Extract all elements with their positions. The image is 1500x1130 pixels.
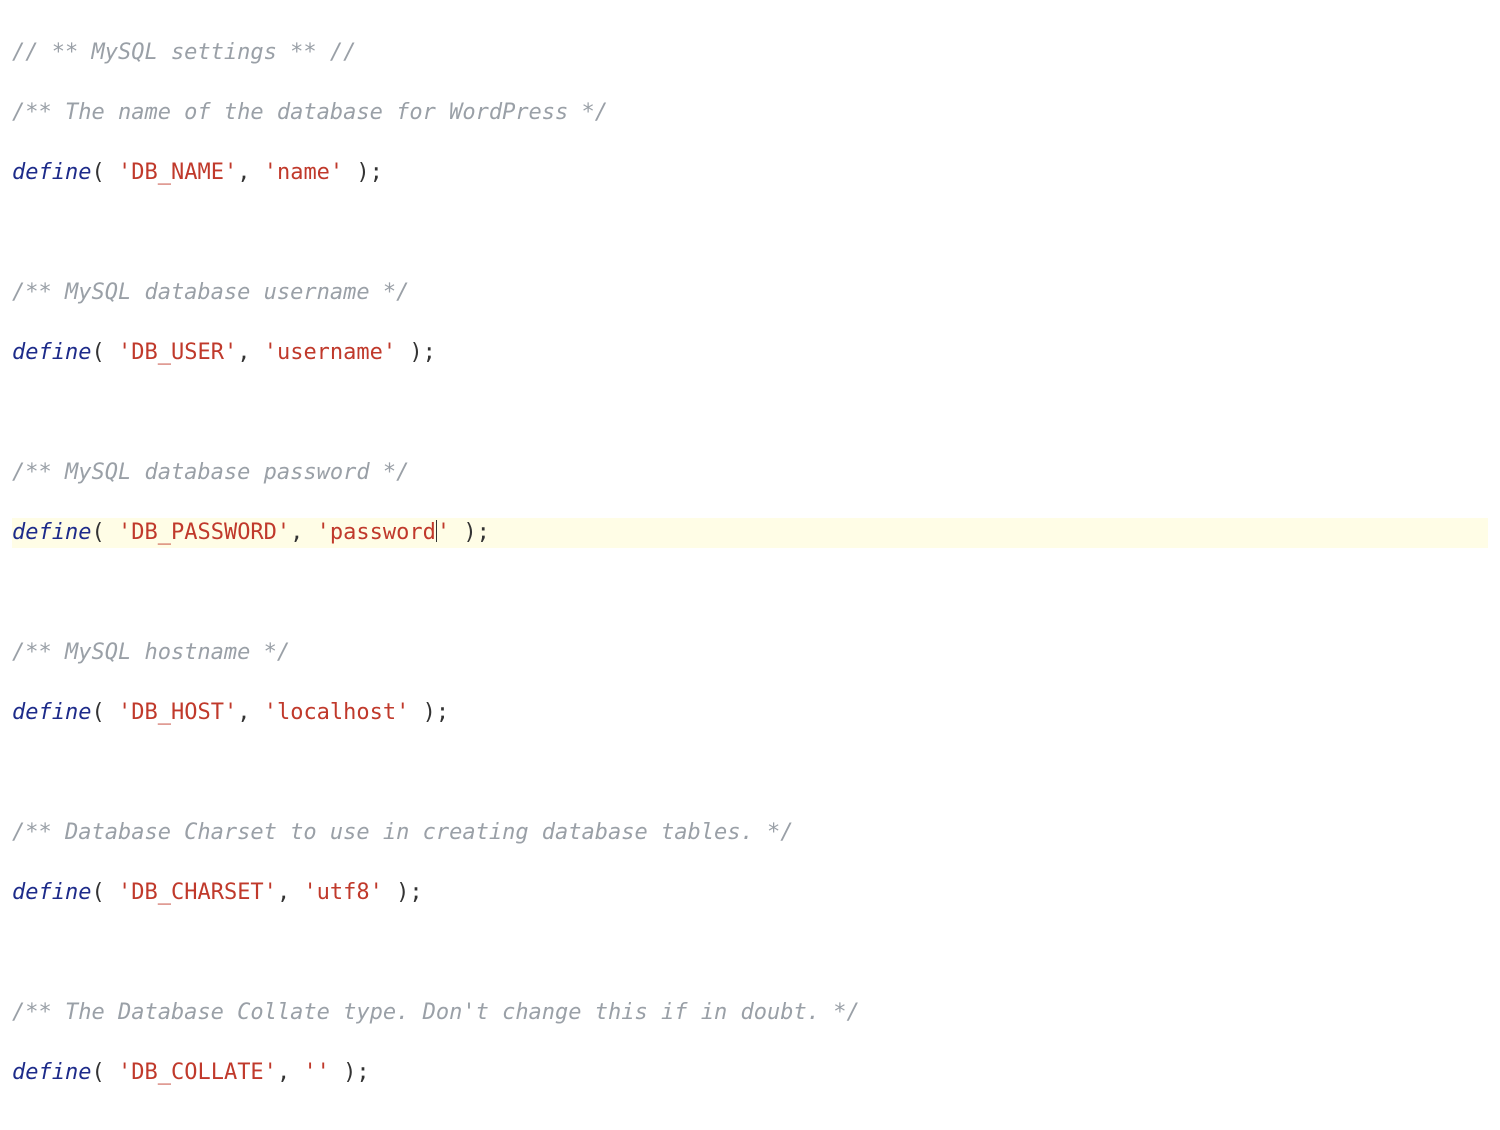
punct: , <box>290 520 317 545</box>
punct: , <box>237 160 264 185</box>
punct: , <box>277 1060 304 1085</box>
string-literal: 'DB_NAME' <box>118 160 237 185</box>
string-literal: 'utf8' <box>303 880 382 905</box>
string-literal: 'DB_CHARSET' <box>118 880 277 905</box>
keyword-define: define <box>12 520 91 545</box>
punct: ( <box>91 880 118 905</box>
blank-line[interactable] <box>12 398 1488 428</box>
comment-text: /** Database Charset to use in creating … <box>12 820 793 845</box>
code-line[interactable]: /** The name of the database for WordPre… <box>12 98 1488 128</box>
string-literal: '' <box>303 1060 330 1085</box>
comment-text: /** The name of the database for WordPre… <box>12 100 608 125</box>
blank-line[interactable] <box>12 758 1488 788</box>
punct: ( <box>91 1060 118 1085</box>
keyword-define: define <box>12 880 91 905</box>
comment-text: /** MySQL database password */ <box>12 460 409 485</box>
code-line[interactable]: define( 'DB_NAME', 'name' ); <box>12 158 1488 188</box>
punct: ( <box>91 700 118 725</box>
comment-text: /** MySQL hostname */ <box>12 640 290 665</box>
code-line[interactable]: /** MySQL database username */ <box>12 278 1488 308</box>
punct: , <box>237 700 264 725</box>
keyword-define: define <box>12 340 91 365</box>
keyword-define: define <box>12 160 91 185</box>
string-literal: 'name' <box>264 160 343 185</box>
string-literal: 'password <box>317 520 436 545</box>
punct: ( <box>91 340 118 365</box>
punct: ); <box>330 1060 370 1085</box>
code-line[interactable]: define( 'DB_COLLATE', '' ); <box>12 1058 1488 1088</box>
code-editor[interactable]: // ** MySQL settings ** // /** The name … <box>0 0 1500 1130</box>
string-literal: 'DB_USER' <box>118 340 237 365</box>
string-literal: 'localhost' <box>264 700 410 725</box>
punct: ); <box>450 520 490 545</box>
keyword-define: define <box>12 700 91 725</box>
string-literal: ' <box>437 520 450 545</box>
blank-line[interactable] <box>12 578 1488 608</box>
code-line[interactable]: /** Database Charset to use in creating … <box>12 818 1488 848</box>
string-literal: 'DB_COLLATE' <box>118 1060 277 1085</box>
punct: , <box>277 880 304 905</box>
punct: ( <box>91 160 118 185</box>
blank-line[interactable] <box>12 938 1488 968</box>
code-line[interactable]: // ** MySQL settings ** // <box>12 38 1488 68</box>
comment-text: /** MySQL database username */ <box>12 280 409 305</box>
keyword-define: define <box>12 1060 91 1085</box>
string-literal: 'DB_HOST' <box>118 700 237 725</box>
string-literal: 'username' <box>264 340 396 365</box>
punct: ); <box>383 880 423 905</box>
punct: , <box>237 340 264 365</box>
code-line[interactable]: define( 'DB_HOST', 'localhost' ); <box>12 698 1488 728</box>
comment-text: // ** MySQL settings ** // <box>12 40 356 65</box>
code-line[interactable]: /** MySQL hostname */ <box>12 638 1488 668</box>
code-line[interactable]: /** The Database Collate type. Don't cha… <box>12 998 1488 1028</box>
active-code-line[interactable]: define( 'DB_PASSWORD', 'password' ); <box>12 518 1488 548</box>
code-line[interactable]: /** MySQL database password */ <box>12 458 1488 488</box>
blank-line[interactable] <box>12 218 1488 248</box>
string-literal: 'DB_PASSWORD' <box>118 520 290 545</box>
code-line[interactable]: define( 'DB_USER', 'username' ); <box>12 338 1488 368</box>
punct: ); <box>396 340 436 365</box>
punct: ); <box>343 160 383 185</box>
punct: ( <box>91 520 118 545</box>
code-line[interactable]: define( 'DB_CHARSET', 'utf8' ); <box>12 878 1488 908</box>
comment-text: /** The Database Collate type. Don't cha… <box>12 1000 860 1025</box>
punct: ); <box>409 700 449 725</box>
